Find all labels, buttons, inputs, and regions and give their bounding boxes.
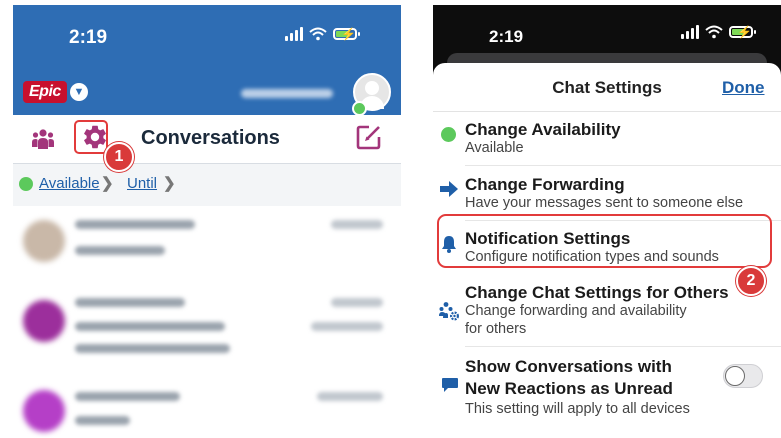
settings-item-title: Change Availability <box>465 120 621 139</box>
notification-highlight-box <box>437 214 772 268</box>
status-time: 2:19 <box>69 27 108 48</box>
blurred-text <box>331 220 383 229</box>
done-button[interactable]: Done <box>722 78 765 98</box>
gear-highlight-box <box>74 120 108 154</box>
signal-icon <box>681 25 699 39</box>
availability-link[interactable]: Available <box>39 175 100 192</box>
people-icon[interactable] <box>31 128 55 150</box>
status-dot <box>19 177 33 191</box>
availability-row: Available ❯ Until ❯ <box>13 164 401 206</box>
people-gear-icon <box>439 302 460 321</box>
settings-item-title: Change Chat Settings for Others <box>465 283 729 302</box>
compose-icon[interactable] <box>356 124 382 150</box>
presence-dot <box>352 101 367 116</box>
signal-icon <box>285 27 303 41</box>
list-item[interactable] <box>13 282 401 375</box>
wifi-icon <box>705 25 723 39</box>
toggle-knob <box>725 366 745 386</box>
until-link[interactable]: Until <box>127 175 157 192</box>
wifi-icon <box>309 27 327 41</box>
blurred-text <box>75 344 230 353</box>
settings-item-subtitle: Available <box>465 140 524 156</box>
blurred-text <box>75 416 130 425</box>
callout-badge-1: 1 <box>104 142 134 172</box>
settings-item-title: New Reactions as Unread <box>465 379 673 398</box>
system-icons: ⚡ <box>681 25 756 39</box>
blurred-avatar <box>23 390 65 432</box>
divider <box>465 165 781 166</box>
blurred-avatar <box>23 300 65 342</box>
blurred-text <box>75 246 165 255</box>
chat-bubble-icon <box>442 378 458 392</box>
sheet-header: Chat Settings Done <box>433 63 781 112</box>
callout-badge-2: 2 <box>736 266 766 296</box>
blurred-text <box>317 392 383 401</box>
reactions-unread-toggle[interactable] <box>723 364 763 388</box>
status-bar: 2:19 ⚡ <box>13 5 401 69</box>
list-item[interactable] <box>13 374 401 438</box>
settings-item-title: Change Forwarding <box>465 175 625 194</box>
green-status-dot-icon <box>441 127 456 142</box>
settings-item-change-availability[interactable]: Change Availability Available <box>433 120 781 166</box>
blurred-user-name <box>241 89 333 98</box>
blurred-text <box>75 298 185 307</box>
blurred-text <box>311 322 383 331</box>
chevron-right-icon: ❯ <box>101 175 114 192</box>
divider <box>465 346 781 347</box>
settings-item-title: Show Conversations with <box>465 357 672 376</box>
battery-icon: ⚡ <box>729 25 756 39</box>
status-time: 2:19 <box>489 27 524 46</box>
system-icons: ⚡ <box>285 27 360 41</box>
settings-item-subtitle: for others <box>465 321 527 337</box>
blurred-text <box>75 220 195 229</box>
settings-item-subtitle: Have your messages sent to someone else <box>465 195 744 211</box>
epic-logo: Epic <box>23 81 67 103</box>
app-bar: Epic ▼ <box>13 69 401 116</box>
left-phone-screen: 2:19 ⚡ Epic ▼ Conversations Available ❯ … <box>13 5 401 438</box>
chevron-right-icon: ❯ <box>163 175 176 192</box>
blurred-text <box>331 298 383 307</box>
conversations-toolbar: Conversations <box>13 115 401 164</box>
blurred-avatar <box>23 220 65 262</box>
settings-item-chat-settings-others[interactable]: Change Chat Settings for Others Change f… <box>433 283 781 347</box>
chevron-down-icon[interactable]: ▼ <box>70 83 88 101</box>
page-title: Conversations <box>141 127 280 149</box>
battery-icon: ⚡ <box>333 27 360 41</box>
list-item[interactable] <box>13 206 401 283</box>
blurred-text <box>75 322 225 331</box>
settings-item-subtitle: Change forwarding and availability <box>465 303 687 319</box>
arrow-right-icon <box>440 181 458 197</box>
blurred-text <box>75 392 180 401</box>
settings-item-subtitle: This setting will apply to all devices <box>465 401 690 417</box>
